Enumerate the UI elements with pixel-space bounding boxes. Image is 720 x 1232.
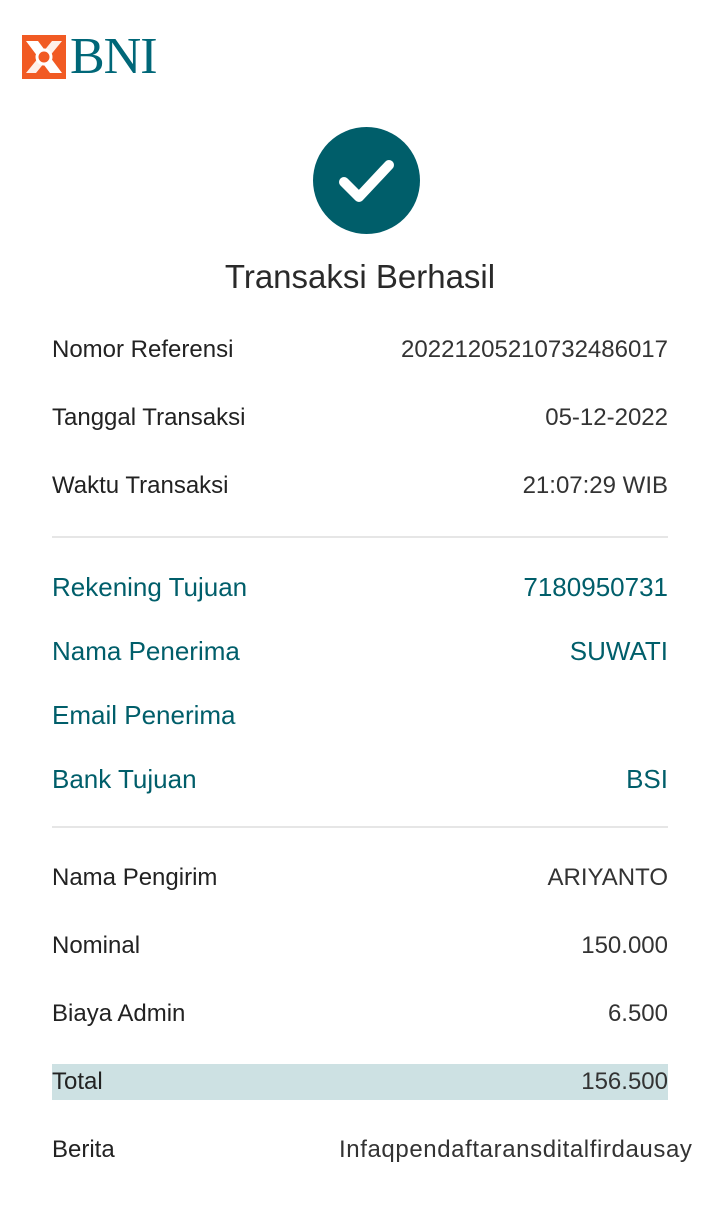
destination-bank-value: BSI: [626, 764, 668, 794]
reference-label: Nomor Referensi: [52, 336, 234, 363]
amount-row: Nominal 150.000: [52, 928, 668, 964]
recipient-name-row: Nama Penerima SUWATI: [52, 633, 668, 669]
destination-bank-label: Bank Tujuan: [52, 764, 197, 794]
time-row: Waktu Transaksi 21:07:29 WIB: [52, 468, 668, 504]
date-row: Tanggal Transaksi 05-12-2022: [52, 400, 668, 436]
reference-row: Nomor Referensi 20221205210732486017: [52, 332, 668, 368]
divider: [52, 826, 668, 828]
page-title: Transaksi Berhasil: [224, 258, 496, 295]
recipient-email-label: Email Penerima: [52, 700, 236, 730]
amount-label: Nominal: [52, 932, 141, 959]
destination-bank-row: Bank Tujuan BSI: [52, 761, 668, 797]
reference-value: 20221205210732486017: [401, 336, 668, 363]
sender-label: Nama Pengirim: [52, 864, 218, 891]
sender-row: Nama Pengirim ARIYANTO: [52, 860, 668, 896]
date-value: 05-12-2022: [545, 404, 668, 431]
admin-fee-row: Biaya Admin 6.500: [52, 996, 668, 1032]
date-label: Tanggal Transaksi: [52, 404, 246, 431]
destination-account-value: 7180950731: [523, 572, 668, 602]
admin-fee-value: 6.500: [607, 1000, 668, 1027]
total-label: Total: [52, 1068, 103, 1095]
bni-wordmark: BNI: [70, 28, 158, 85]
bni-mark-icon: [22, 35, 66, 79]
admin-fee-label: Biaya Admin: [52, 1000, 186, 1027]
message-row: Berita Infaqpendaftaransditalfirdausay: [52, 1132, 692, 1168]
message-label: Berita: [52, 1136, 115, 1163]
time-label: Waktu Transaksi: [52, 472, 229, 499]
total-value: 156.500: [581, 1068, 668, 1095]
amount-value: 150.000: [581, 932, 668, 959]
recipient-name-value: SUWATI: [569, 636, 668, 666]
message-value: Infaqpendaftaransditalfirdausay: [339, 1136, 693, 1163]
destination-account-label: Rekening Tujuan: [52, 572, 248, 602]
recipient-email-row: Email Penerima: [52, 697, 668, 733]
total-row: Total 156.500: [52, 1064, 668, 1100]
destination-account-row: Rekening Tujuan 7180950731: [52, 569, 668, 605]
time-value: 21:07:29 WIB: [522, 472, 668, 499]
bni-logo: BNI: [22, 28, 158, 85]
check-icon: [339, 160, 394, 202]
recipient-name-label: Nama Penerima: [52, 636, 240, 666]
sender-value: ARIYANTO: [547, 864, 668, 891]
success-check-badge: [313, 127, 420, 234]
divider: [52, 536, 668, 538]
